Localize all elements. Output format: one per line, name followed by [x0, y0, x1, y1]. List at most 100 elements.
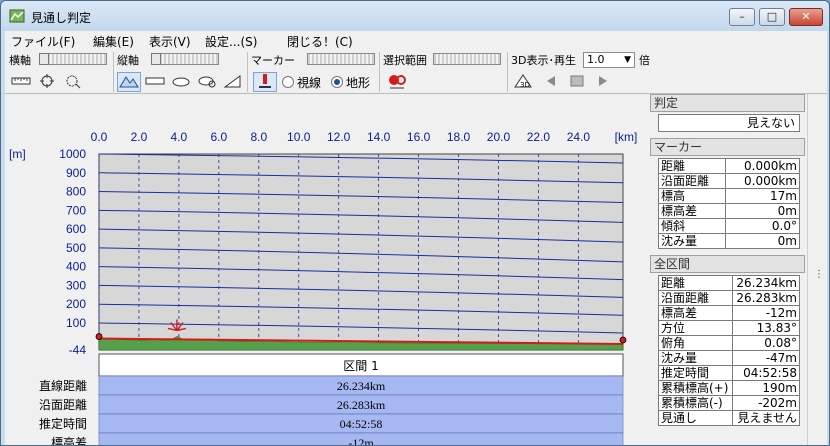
stop-button[interactable] [565, 72, 589, 92]
cloud-zoom-icon [198, 76, 216, 88]
vertical-axis-slider[interactable] [151, 53, 219, 65]
marker-label: 沿面距離 [657, 173, 727, 189]
auto-fit-icon [66, 75, 81, 89]
terrain-radio-label: 地形 [346, 76, 371, 90]
toolbar-separator [507, 52, 508, 92]
vertical-splitter[interactable]: ⋮ [807, 94, 825, 445]
marker-row: 距離 0.000km [657, 158, 800, 174]
y-tick-label: 1000 [59, 147, 86, 161]
vertical-slider-thumb[interactable] [151, 53, 161, 65]
total-value: 26.234km [731, 275, 801, 291]
x-tick-label: 2.0 [131, 130, 148, 144]
y-tick-label: 500 [66, 241, 86, 255]
total-label: 見通し [658, 410, 733, 426]
mountain-button[interactable] [117, 72, 141, 92]
ruler-button[interactable] [9, 72, 33, 92]
marker-pin-icon [259, 74, 271, 88]
total-row: 見通し 見えません [658, 410, 801, 426]
chevron-down-icon: ▼ [624, 55, 631, 65]
stop-icon [570, 75, 584, 87]
section-row-value: 26.283km [337, 398, 386, 412]
toolbar-separator [379, 52, 380, 92]
section-row-value: -12m [348, 436, 374, 445]
slope-button[interactable] [221, 72, 245, 92]
marker-row: 沿面距離 0.000km [657, 173, 800, 189]
menu-close[interactable]: 閉じる！(C) [287, 33, 353, 50]
view-3d-button[interactable]: 3D [511, 72, 535, 92]
marker-label: 距離 [657, 158, 727, 174]
menu-file[interactable]: ファイル(F) [11, 33, 75, 50]
total-row: 沿面距離 26.283km [658, 290, 801, 306]
range-marker-button[interactable] [385, 72, 409, 92]
y-tick-label: 700 [66, 203, 86, 217]
total-row: 累積標高(+) 190m [658, 380, 801, 396]
y-unit-label: [m] [9, 147, 26, 161]
total-label: 俯角 [658, 335, 733, 351]
x-unit-label: [km] [615, 130, 638, 144]
x-tick-label: 6.0 [211, 130, 228, 144]
section-row-label: 標高差 [51, 435, 87, 445]
play-forward-button[interactable] [591, 72, 615, 92]
marker-label: 標高 [657, 188, 727, 204]
menu-view[interactable]: 表示(V) [149, 33, 191, 50]
total-header: 全区間 [650, 255, 805, 273]
range-slider[interactable] [433, 53, 501, 65]
auto-fit-button[interactable] [61, 72, 85, 92]
client-area: ファイル(F) 編集(E) 表示(V) 設定...(S) 閉じる！(C) 横軸 … [5, 31, 827, 445]
y-tick-label: 100 [66, 316, 86, 330]
profile-panel: 0.0 2.0 4.0 6.0 8.0 10.0 12.0 14.0 16.0 18.0 20.0 2… [5, 94, 649, 445]
section-row-label: 沿面距離 [39, 398, 87, 412]
close-button[interactable]: ✕ [789, 8, 823, 26]
section-row-label: 推定時間 [39, 416, 87, 431]
play-back-button[interactable] [539, 72, 563, 92]
marker-header: マーカー [650, 138, 805, 156]
marker-value: 0m [725, 233, 800, 249]
cloud-zoom-button[interactable] [195, 72, 219, 92]
mountain-icon [119, 76, 139, 88]
marker-slider[interactable] [307, 53, 375, 65]
play-back-icon [547, 76, 555, 86]
total-value: 26.283km [731, 290, 801, 306]
info-panel: 判定 見えない マーカー 距離 0.000km 沿面距離 0.000km 標高 17m 標高… [650, 94, 805, 445]
marker-label: 沈み量 [657, 233, 727, 249]
ruler-icon [11, 77, 31, 85]
x-tick-label: 12.0 [327, 130, 351, 144]
horizontal-axis-slider[interactable] [39, 53, 107, 65]
x-tick-label: 4.0 [171, 130, 188, 144]
profile-chart[interactable]: 0.0 2.0 4.0 6.0 8.0 10.0 12.0 14.0 16.0 18.0 20.0 2… [5, 94, 649, 445]
marker-row: 標高差 0m [657, 203, 800, 219]
section-row-label: 直線距離 [39, 378, 87, 393]
toolbar-separator [113, 52, 114, 92]
sight-radio[interactable] [282, 76, 294, 88]
total-label: 推定時間 [658, 365, 733, 381]
flat-button[interactable] [143, 72, 167, 92]
marker-value: 0.000km [725, 173, 800, 189]
section-row-value: 26.234km [337, 379, 386, 393]
total-value: -47m [731, 350, 801, 366]
total-table: 距離 26.234km 沿面距離 26.283km 標高差 -12m 方位 13.83° 俯角 0… [658, 275, 801, 426]
maximize-button[interactable]: □ [759, 8, 785, 26]
marker-value: 17m [725, 188, 800, 204]
total-label: 累積標高(+) [658, 380, 733, 396]
horizontal-axis-label: 横軸 [9, 54, 31, 67]
marker-label: マーカー [251, 54, 295, 67]
speed-select[interactable]: 1.0 ▼ [583, 52, 635, 68]
total-value: 190m [731, 380, 801, 396]
menu-settings[interactable]: 設定...(S) [205, 33, 257, 50]
marker-value: 0.000km [725, 158, 800, 174]
y-tick-label: 900 [66, 166, 86, 180]
menu-edit[interactable]: 編集(E) [93, 33, 134, 50]
x-tick-label: 18.0 [447, 130, 471, 144]
play-3d-label: 3D表示･再生 [511, 54, 576, 67]
cloud-button[interactable] [169, 72, 193, 92]
x-tick-label: 16.0 [407, 130, 431, 144]
minimize-button[interactable]: – [729, 8, 755, 26]
marker-button[interactable] [253, 72, 277, 92]
total-label: 累積標高(-) [658, 395, 733, 411]
y-tick-label: 200 [66, 297, 86, 311]
gps-button[interactable] [35, 72, 59, 92]
terrain-radio[interactable] [331, 76, 343, 88]
total-row: 距離 26.234km [658, 275, 801, 291]
horizontal-slider-thumb[interactable] [39, 53, 49, 65]
play-forward-icon [599, 76, 607, 86]
